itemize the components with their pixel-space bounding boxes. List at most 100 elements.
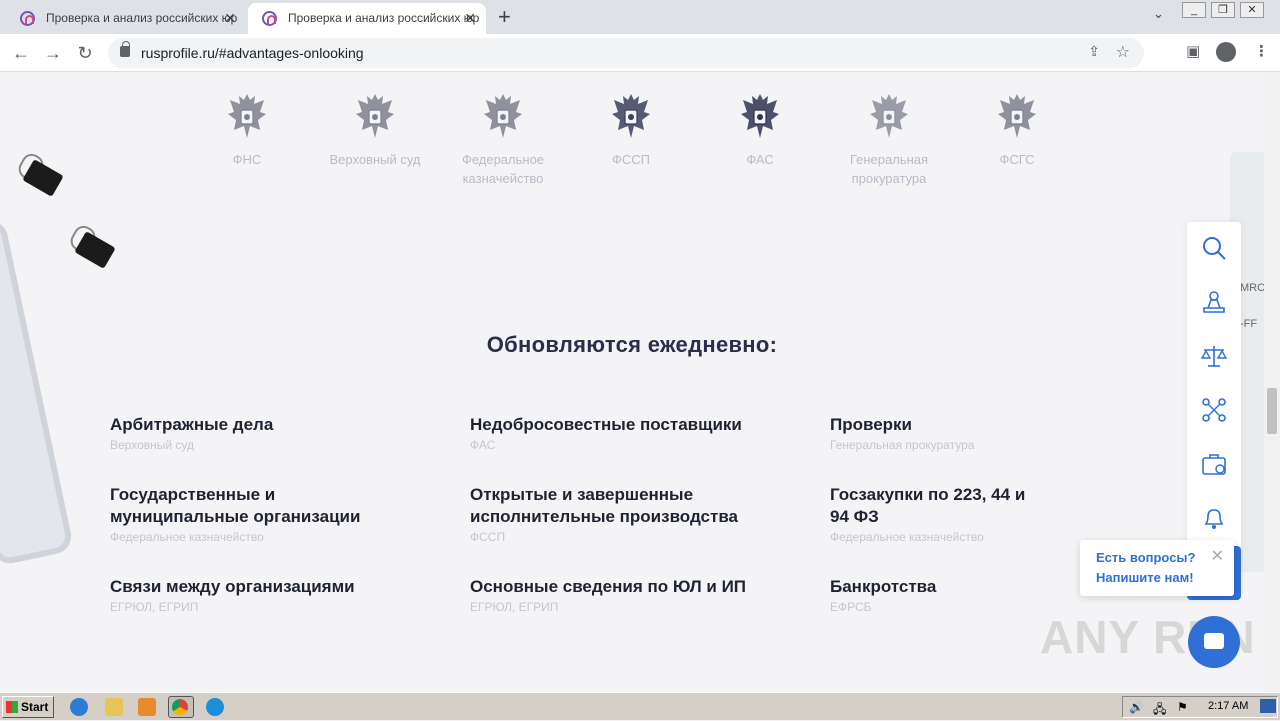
close-window-icon[interactable]: ✕: [1240, 2, 1264, 18]
eagle-emblem-icon: [737, 90, 783, 142]
rusprofile-favicon-icon: [20, 11, 35, 26]
agency-1: ФНС: [192, 90, 302, 169]
update-item-title: Связи между организациями: [110, 577, 355, 596]
menu-kebab-icon[interactable]: ⋮: [1254, 42, 1269, 60]
agency-name: ФСГС: [999, 152, 1035, 167]
flag-icon[interactable]: ⚑: [1177, 700, 1188, 714]
update-item-source: ЕГРЮЛ, ЕГРИП: [470, 600, 559, 614]
close-icon[interactable]: ✕: [1211, 546, 1224, 566]
update-item-source: ЕГРЮЛ, ЕГРИП: [110, 600, 199, 614]
update-item: Проверки Генеральная прокуратура: [830, 414, 1170, 452]
show-desktop-icon[interactable]: [1260, 699, 1276, 713]
minimize-icon[interactable]: _: [1182, 2, 1206, 18]
tab-inactive[interactable]: Проверка и анализ российских юр ✕: [6, 3, 246, 34]
address-bar[interactable]: rusprofile.ru/#advantages-onlooking ⇪ ☆: [108, 38, 1144, 68]
tab-search-chevron-icon[interactable]: ⌄: [1153, 6, 1164, 22]
os-taskbar: Start 🔊 🖧 ⚑ 2:17 AM: [0, 692, 1280, 720]
update-item: Основные сведения по ЮЛ и ИП ЕГРЮЛ, ЕГРИП: [470, 576, 810, 614]
agency-name: Верховный суд: [329, 152, 421, 167]
rusprofile-favicon-icon: [262, 11, 277, 26]
agency-2: Верховный суд: [320, 90, 430, 169]
folder-icon[interactable]: [105, 698, 123, 716]
page-content: MRC -FF ФНС Верховный суд Федеральное казна…: [0, 72, 1264, 692]
edge-icon[interactable]: [206, 698, 224, 716]
side-panel-icon[interactable]: ▣: [1186, 42, 1200, 60]
page-scrollbar[interactable]: [1264, 72, 1280, 692]
floating-sidebar: [1187, 222, 1241, 592]
connections-icon[interactable]: [1200, 396, 1228, 424]
update-item: Недобросовестные поставщики ФАС: [470, 414, 810, 452]
chat-bubble-button[interactable]: [1188, 616, 1240, 668]
chat-prompt-line2: Напишите нам!: [1096, 570, 1194, 585]
network-icon[interactable]: 🖧: [1153, 700, 1166, 721]
clock: 2:17 AM: [1208, 700, 1249, 712]
update-item-title: Арбитражные дела: [110, 415, 274, 434]
briefcase-icon[interactable]: [1200, 450, 1228, 478]
profile-avatar-icon[interactable]: [1216, 42, 1236, 62]
tab-close-icon[interactable]: ✕: [224, 3, 236, 33]
update-item-source: Верховный суд: [110, 438, 195, 452]
binder-clip-image: [66, 222, 116, 269]
decorative-phone-image: [0, 217, 75, 567]
new-tab-button[interactable]: +: [498, 4, 511, 30]
agency-name: Генеральная прокуратура: [849, 152, 929, 186]
update-item-title: Основные сведения по ЮЛ и ИП: [470, 577, 747, 596]
agency-7: ФСГС: [962, 90, 1072, 169]
eagle-emblem-icon: [994, 90, 1040, 142]
agency-6: Генеральная прокуратура: [834, 90, 944, 188]
scales-icon[interactable]: [1200, 342, 1228, 370]
ie-icon[interactable]: [70, 698, 88, 716]
browser-toolbar: ← → ↻ rusprofile.ru/#advantages-onlookin…: [0, 34, 1280, 72]
forward-icon[interactable]: →: [40, 40, 66, 66]
search-icon[interactable]: [1200, 234, 1228, 262]
volume-icon[interactable]: 🔊: [1129, 700, 1144, 714]
back-icon[interactable]: ←: [8, 40, 34, 66]
update-item-source: Федеральное казначейство: [830, 530, 984, 544]
update-item: Арбитражные дела Верховный суд: [110, 414, 450, 452]
chrome-icon: [172, 699, 188, 715]
eagle-emblem-icon: [608, 90, 654, 142]
agency-5: ФАС: [705, 90, 815, 169]
update-item-title: Государственные и муниципальные организа…: [110, 485, 361, 526]
agency-name: ФНС: [232, 152, 262, 167]
window-controls: _ ❐ ✕: [1182, 0, 1280, 18]
restore-icon[interactable]: ❐: [1211, 2, 1235, 18]
scrollbar-thumb[interactable]: [1267, 388, 1277, 434]
lock-icon: [120, 41, 130, 57]
update-item-source: ФАС: [470, 438, 496, 452]
update-item-title: Открытые и завершенные исполнительные пр…: [470, 485, 738, 526]
agency-3: Федеральное казначейство: [448, 90, 558, 188]
chat-prompt-line1: Есть вопросы?: [1096, 550, 1196, 565]
start-button[interactable]: Start: [2, 696, 54, 718]
url-text[interactable]: rusprofile.ru/#advantages-onlooking: [141, 45, 364, 61]
media-player-icon[interactable]: [138, 698, 156, 716]
agency-name: ФССП: [611, 152, 650, 167]
reload-icon[interactable]: ↻: [72, 40, 98, 66]
share-icon[interactable]: ⇪: [1088, 43, 1100, 60]
update-item: Связи между организациями ЕГРЮЛ, ЕГРИП: [110, 576, 450, 614]
tab-close-icon[interactable]: ✕: [464, 3, 476, 33]
section-heading: Обновляются ежедневно:: [486, 332, 778, 357]
agency-4: ФССП: [576, 90, 686, 169]
tab-strip: Проверка и анализ российских юр ✕ Провер…: [0, 0, 1280, 34]
tab-title: Проверка и анализ российских юр: [288, 11, 480, 25]
update-item-title: Недобросовестные поставщики: [470, 415, 742, 434]
stamp-icon[interactable]: [1200, 288, 1228, 316]
update-item-title: Госзакупки по 223, 44 и 94 ФЗ: [830, 485, 1026, 526]
update-item-source: Федеральное казначейство: [110, 530, 264, 544]
bell-icon[interactable]: [1200, 504, 1228, 532]
eagle-emblem-icon: [352, 90, 398, 142]
update-item-source: ФССП: [470, 530, 506, 544]
eagle-emblem-icon: [866, 90, 912, 142]
chat-prompt-popup[interactable]: Есть вопросы? Напишите нам! ✕: [1080, 540, 1234, 596]
tab-active[interactable]: Проверка и анализ российских юр ✕: [248, 3, 486, 34]
agency-name: ФАС: [746, 152, 774, 167]
bookmark-star-icon[interactable]: ☆: [1116, 42, 1130, 62]
update-item-source: Генеральная прокуратура: [830, 438, 975, 452]
tab-title: Проверка и анализ российских юр: [46, 11, 238, 25]
agency-name: Федеральное казначейство: [461, 152, 545, 186]
eagle-emblem-icon: [480, 90, 526, 142]
system-tray: 🔊 🖧 ⚑: [1122, 696, 1278, 718]
update-item: Госзакупки по 223, 44 и 94 ФЗ Федеральное…: [830, 484, 1030, 544]
update-item: Открытые и завершенные исполнительные пр…: [470, 484, 770, 544]
